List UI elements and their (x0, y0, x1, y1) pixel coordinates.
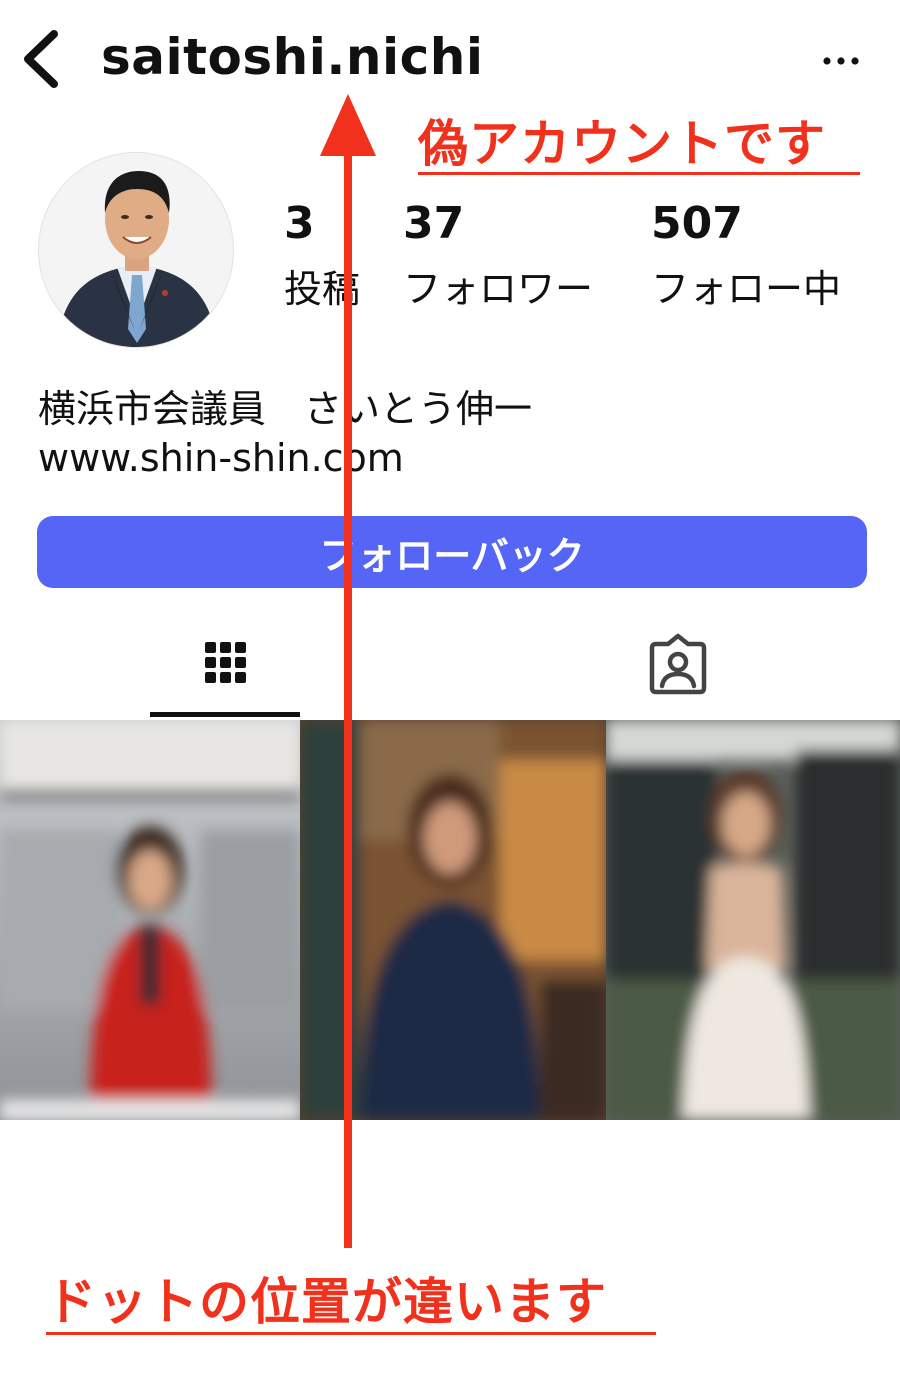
avatar[interactable] (38, 152, 234, 348)
profile-username: saitoshi.nichi (101, 28, 484, 86)
posts-count[interactable]: 3 (284, 198, 315, 249)
follow-back-button[interactable]: フォローバック (37, 516, 867, 588)
followers-count[interactable]: 37 (403, 198, 464, 249)
back-button[interactable] (14, 26, 70, 92)
blurred-photo-woman-dark-top (300, 720, 606, 1120)
post-thumbnail[interactable] (0, 720, 300, 1120)
active-tab-indicator (150, 712, 300, 717)
annotation-underline (46, 1332, 656, 1335)
post-thumbnail[interactable] (606, 720, 900, 1120)
more-horizontal-icon (823, 57, 859, 65)
followers-label: フォロワー (403, 267, 594, 311)
tagged-user-icon (649, 633, 707, 695)
tab-tagged[interactable] (630, 630, 726, 714)
following-label: フォロー中 (651, 267, 842, 311)
posts-grid (0, 720, 900, 1120)
annotation-underline (418, 172, 860, 175)
fake-account-annotation: 偽アカウントです (418, 115, 826, 173)
blurred-photo-woman-red-jacket (0, 720, 300, 1120)
dot-position-annotation: ドットの位置が違います (46, 1273, 607, 1331)
chevron-left-icon (24, 30, 58, 88)
profile-photo-icon (39, 153, 233, 347)
post-thumbnail[interactable] (300, 720, 606, 1120)
more-options-button[interactable] (816, 40, 866, 80)
bio-name: 横浜市会議員 さいとう伸一 (38, 387, 533, 431)
posts-label: 投稿 (284, 267, 361, 311)
blurred-photo-woman-white-dress (606, 720, 900, 1120)
tab-posts-grid[interactable] (150, 630, 300, 718)
bio-website-link[interactable]: www.shin-shin.com (38, 436, 404, 480)
grid-icon (205, 642, 246, 683)
following-count[interactable]: 507 (651, 198, 743, 249)
